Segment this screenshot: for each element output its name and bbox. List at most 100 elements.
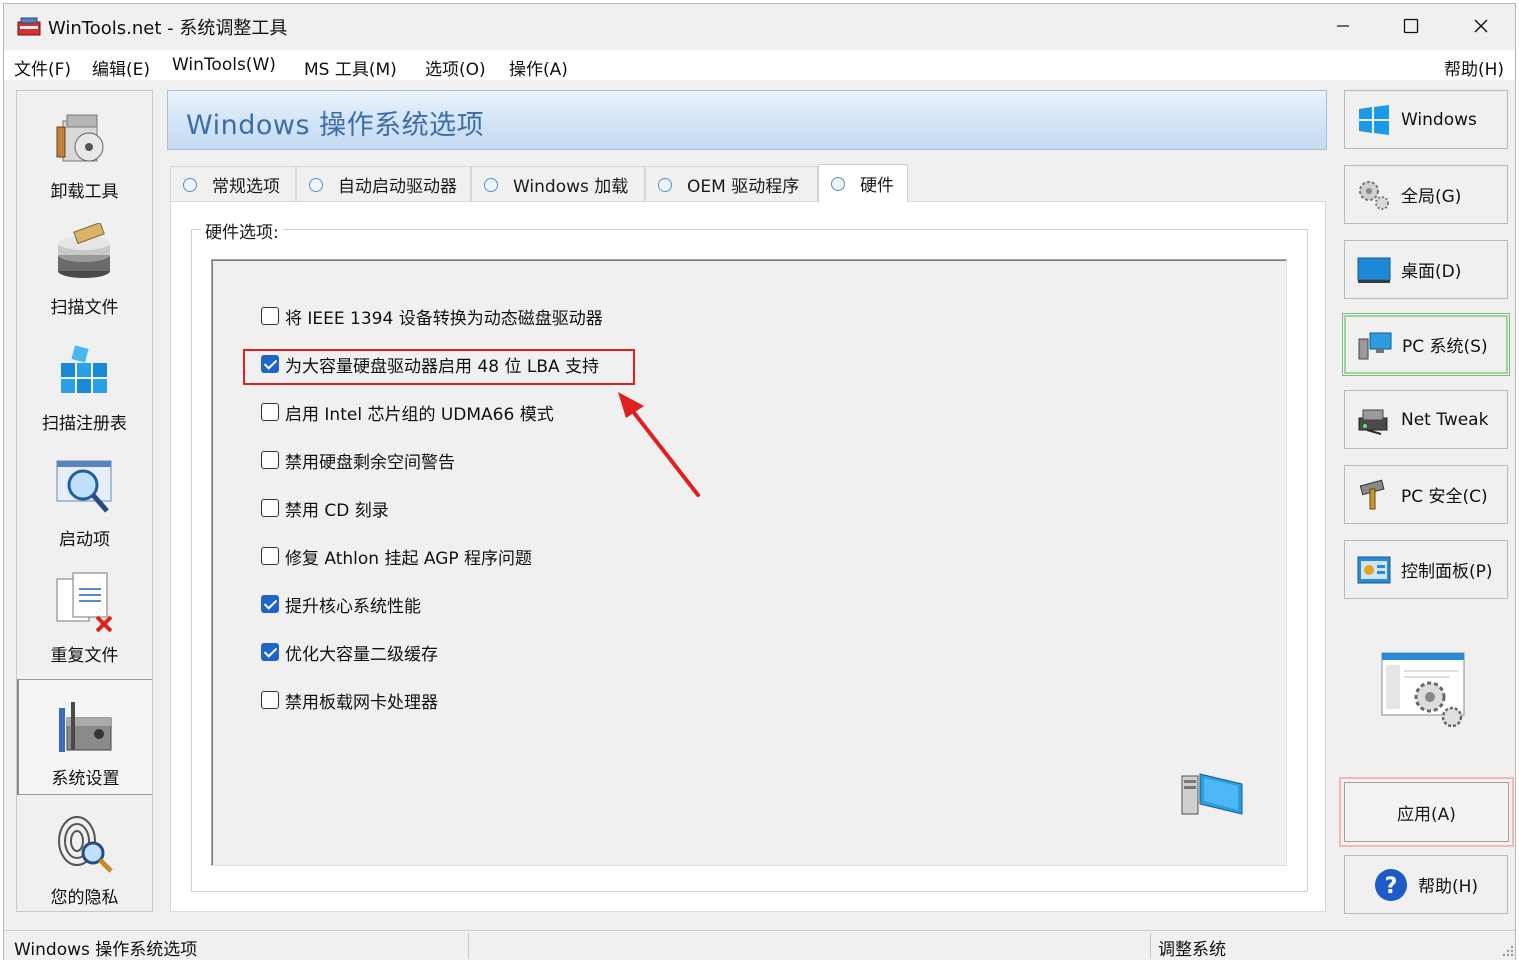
status-divider <box>468 933 469 959</box>
maximize-icon <box>1403 18 1419 34</box>
tab-windows-loading[interactable]: Windows 加载 <box>471 166 645 202</box>
help-question-icon: ? <box>1374 868 1407 901</box>
desktop-icon <box>1357 257 1391 283</box>
checkbox[interactable] <box>261 499 279 517</box>
nav-label: 扫描注册表 <box>42 414 127 434</box>
nav-system-settings[interactable]: 系统设置 <box>17 679 152 795</box>
option-boost-core-performance[interactable]: 提升核心系统性能 <box>261 592 421 617</box>
category-pc-system-button[interactable]: PC 系统(S) <box>1342 313 1510 376</box>
tab-radio-icon <box>309 177 323 192</box>
checkbox[interactable] <box>261 547 279 565</box>
nav-scan-registry[interactable]: 扫描注册表 <box>17 325 152 441</box>
group-title: 硬件选项: <box>201 218 283 243</box>
menu-wintools[interactable]: WinTools(W) <box>172 55 276 75</box>
apply-button-frame: 应用(A) <box>1339 777 1514 847</box>
category-net-tweak-button[interactable]: Net Tweak <box>1344 390 1508 449</box>
nav-startup[interactable]: 启动项 <box>17 441 152 557</box>
menu-file[interactable]: 文件(F) <box>14 55 71 80</box>
option-optimize-l2-cache[interactable]: 优化大容量二级缓存 <box>261 640 438 665</box>
menu-ms-tools[interactable]: MS 工具(M) <box>304 55 397 80</box>
title-bar: WinTools.net - 系统调整工具 <box>4 4 1515 48</box>
highlight-box <box>243 349 635 385</box>
option-label: 启用 Intel 芯片组的 UDMA66 模式 <box>285 404 554 425</box>
privacy-icon <box>58 816 113 873</box>
nav-scan-files[interactable]: 扫描文件 <box>17 209 152 325</box>
gears-icon <box>1359 180 1389 210</box>
svg-text:?: ? <box>1385 874 1398 899</box>
maximize-button[interactable] <box>1377 4 1445 48</box>
button-label: PC 安全(C) <box>1401 487 1488 507</box>
tab-radio-icon <box>183 177 197 192</box>
left-navigation: 卸载工具 扫描文件 扫描注册表 启动项 重复文件 系统设置 您的隐私 <box>16 90 153 912</box>
option-intel-udma66[interactable]: 启用 Intel 芯片组的 UDMA66 模式 <box>261 400 554 425</box>
computer-monitor-icon <box>1181 773 1243 815</box>
duplicate-files-icon <box>56 572 113 633</box>
help-button[interactable]: ? 帮助(H) <box>1344 855 1508 914</box>
tab-label: 自动启动驱动器 <box>338 177 457 197</box>
checkbox[interactable] <box>261 691 279 709</box>
system-settings-icon <box>59 702 112 752</box>
resize-grip-icon[interactable] <box>1500 943 1514 957</box>
network-icon <box>1358 409 1388 435</box>
apply-button[interactable]: 应用(A) <box>1344 782 1509 842</box>
button-label: 全局(G) <box>1401 187 1462 207</box>
category-desktop-button[interactable]: 桌面(D) <box>1344 240 1508 299</box>
status-bar: Windows 操作系统选项 调整系统 <box>4 930 1515 960</box>
menu-options[interactable]: 选项(O) <box>425 55 486 80</box>
page-header-banner: Windows 操作系统选项 <box>167 90 1327 150</box>
option-fix-athlon-agp[interactable]: 修复 Athlon 挂起 AGP 程序问题 <box>261 544 532 569</box>
minimize-icon <box>1337 25 1349 27</box>
checkbox[interactable] <box>261 451 279 469</box>
menu-help[interactable]: 帮助(H) <box>1444 55 1504 80</box>
checkbox[interactable] <box>261 403 279 421</box>
tab-label: Windows 加载 <box>513 177 629 197</box>
option-disable-onboard-nic[interactable]: 禁用板载网卡处理器 <box>261 688 438 713</box>
nav-label: 启动项 <box>59 530 110 550</box>
nav-duplicate-files[interactable]: 重复文件 <box>17 557 152 673</box>
category-global-button[interactable]: 全局(G) <box>1344 165 1508 224</box>
apply-button-label: 应用(A) <box>1397 804 1456 825</box>
close-icon <box>1474 19 1488 33</box>
control-panel-icon <box>1357 556 1391 583</box>
nav-label: 卸载工具 <box>50 182 119 202</box>
menu-edit[interactable]: 编辑(E) <box>92 55 150 80</box>
tab-label: OEM 驱动程序 <box>687 177 800 197</box>
nav-uninstall-tool[interactable]: 卸载工具 <box>17 93 152 209</box>
checkbox[interactable] <box>261 307 279 325</box>
tab-radio-icon <box>484 177 498 192</box>
category-pc-security-button[interactable]: PC 安全(C) <box>1344 465 1508 524</box>
minimize-button[interactable] <box>1309 4 1377 48</box>
option-label: 优化大容量二级缓存 <box>285 644 438 665</box>
tab-label: 硬件 <box>860 176 894 196</box>
checkbox-checked[interactable] <box>261 643 279 661</box>
category-windows-button[interactable]: Windows <box>1344 90 1508 149</box>
pc-system-icon <box>1358 332 1392 359</box>
tab-hardware[interactable]: 硬件 <box>818 164 908 202</box>
option-ieee1394-dynamic-disk[interactable]: 将 IEEE 1394 设备转换为动态磁盘驱动器 <box>261 304 603 329</box>
window-title: WinTools.net - 系统调整工具 <box>48 18 288 39</box>
tab-general-options[interactable]: 常规选项 <box>170 166 296 202</box>
menu-actions[interactable]: 操作(A) <box>509 55 568 80</box>
option-label: 禁用硬盘剩余空间警告 <box>285 452 455 473</box>
uninstall-icon <box>56 114 104 162</box>
option-disable-low-disk-warning[interactable]: 禁用硬盘剩余空间警告 <box>261 448 455 473</box>
nav-privacy[interactable]: 您的隐私 <box>17 799 152 915</box>
tab-autostart-drivers[interactable]: 自动启动驱动器 <box>296 166 471 202</box>
page-title: Windows 操作系统选项 <box>186 110 485 141</box>
nav-label: 系统设置 <box>51 769 120 789</box>
app-toolbox-icon <box>17 17 41 36</box>
button-label: 桌面(D) <box>1401 262 1462 282</box>
status-divider <box>1150 933 1151 959</box>
button-label: PC 系统(S) <box>1402 337 1488 357</box>
button-label: 帮助(H) <box>1417 877 1479 897</box>
category-control-panel-button[interactable]: 控制面板(P) <box>1344 540 1508 599</box>
option-disable-cd-burning[interactable]: 禁用 CD 刻录 <box>261 496 389 521</box>
nav-label: 重复文件 <box>50 646 119 666</box>
app-window: WinTools.net - 系统调整工具 文件(F) 编辑(E) WinToo… <box>3 3 1516 960</box>
close-button[interactable] <box>1447 4 1515 48</box>
scan-registry-icon <box>61 345 107 393</box>
checkbox-checked[interactable] <box>261 595 279 613</box>
tab-label: 常规选项 <box>212 177 280 197</box>
nav-label: 您的隐私 <box>50 888 119 908</box>
tab-oem-drivers[interactable]: OEM 驱动程序 <box>645 166 818 202</box>
